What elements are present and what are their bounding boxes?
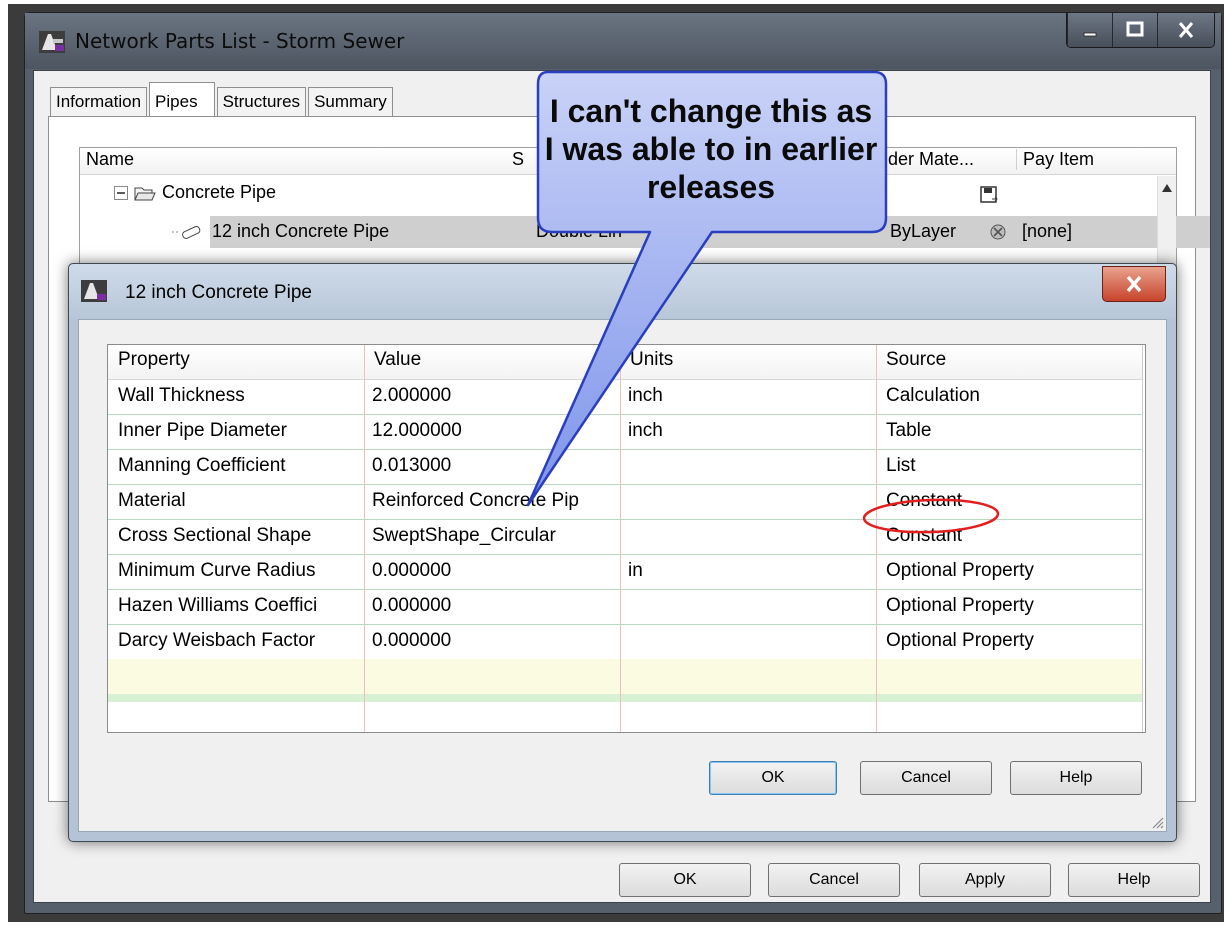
property-source-cell: Optional Property: [886, 630, 1034, 651]
property-table: Property Value Units Source Wall Thickne…: [107, 344, 1146, 733]
resize-grip-icon[interactable]: [1150, 815, 1164, 829]
main-help-button[interactable]: Help: [1068, 863, 1200, 897]
property-row[interactable]: Inner Pipe Diameter 12.000000 inch Table: [108, 414, 1142, 450]
column-header-value[interactable]: Value: [374, 349, 421, 371]
property-row[interactable]: Wall Thickness 2.000000 inch Calculation: [108, 379, 1142, 415]
maximize-button[interactable]: [1112, 13, 1157, 47]
property-value-cell[interactable]: 0.000000: [372, 630, 616, 652]
property-row[interactable]: Minimum Curve Radius 0.000000 in Optional P…: [108, 554, 1142, 590]
property-row[interactable]: Manning Coefficient 0.013000 List: [108, 449, 1142, 485]
maximize-icon: [1126, 21, 1144, 37]
main-apply-button[interactable]: Apply: [919, 863, 1051, 897]
property-name-cell: Cross Sectional Shape: [118, 525, 312, 546]
scroll-up-icon[interactable]: [1162, 184, 1172, 192]
dialog-ok-button[interactable]: OK: [709, 761, 837, 795]
column-divider: [876, 345, 877, 732]
empty-new-row[interactable]: [108, 659, 1142, 695]
property-value-cell[interactable]: 0.013000: [372, 455, 616, 477]
close-button[interactable]: [1157, 13, 1214, 47]
tab-strip: Information Pipes Structures Summary: [50, 82, 395, 119]
property-name-cell: Material: [118, 490, 186, 511]
close-icon: [1126, 275, 1142, 293]
property-name-cell: Manning Coefficient: [118, 455, 286, 476]
tree-item-pay-item[interactable]: [none]: [1022, 221, 1072, 242]
property-source-cell: Calculation: [886, 385, 980, 406]
column-header-property[interactable]: Property: [118, 349, 190, 371]
collapse-icon[interactable]: [114, 186, 128, 200]
close-icon: [1178, 22, 1194, 38]
dialog-help-button[interactable]: Help: [1010, 761, 1142, 795]
tab-information[interactable]: Information: [50, 87, 148, 116]
property-source-cell: Table: [886, 420, 932, 441]
property-row[interactable]: Hazen Williams Coeffici 0.000000 Optional …: [108, 589, 1142, 625]
column-header-name[interactable]: Name: [86, 149, 134, 170]
property-name-cell: Darcy Weisbach Factor: [118, 630, 316, 651]
tree-group-label: Concrete Pipe: [162, 182, 277, 202]
material-ball-icon: [990, 224, 1006, 240]
open-folder-icon: [134, 187, 156, 201]
property-value-cell[interactable]: 0.000000: [372, 595, 616, 617]
tab-structures[interactable]: Structures: [216, 87, 307, 116]
column-header-render-material[interactable]: nder Mate...: [878, 149, 974, 170]
dialog-client-area: Property Value Units Source Wall Thickne…: [78, 319, 1167, 832]
civil3d-dialog-icon: [81, 280, 107, 302]
property-source-cell: Optional Property: [886, 560, 1034, 581]
highlight-circle: [862, 498, 1000, 534]
dialog-close-button[interactable]: [1102, 266, 1166, 302]
property-table-header: Property Value Units Source: [108, 345, 1142, 380]
property-value-cell[interactable]: 12.000000: [372, 420, 616, 442]
dialog-title: 12 inch Concrete Pipe: [125, 282, 312, 303]
column-divider: [620, 345, 621, 732]
property-units-cell: in: [628, 560, 643, 581]
tree-item-style: Double Lin: [536, 221, 623, 241]
minimize-button[interactable]: [1067, 13, 1112, 47]
window-title: Network Parts List - Storm Sewer: [75, 29, 405, 53]
property-name-cell: Wall Thickness: [118, 385, 245, 406]
property-name-cell: Inner Pipe Diameter: [118, 420, 287, 441]
minimize-icon: [1083, 32, 1097, 37]
column-header-units[interactable]: Units: [630, 349, 673, 371]
tab-summary[interactable]: Summary: [308, 87, 393, 116]
property-units-cell: inch: [628, 385, 663, 406]
property-source-cell: Optional Property: [886, 595, 1034, 616]
property-value-cell[interactable]: SweptShape_Circular: [372, 525, 616, 547]
main-ok-button[interactable]: OK: [619, 863, 751, 897]
main-cancel-button[interactable]: Cancel: [768, 863, 900, 897]
save-icon[interactable]: [980, 186, 998, 204]
property-name-cell: Hazen Williams Coeffici: [118, 595, 318, 616]
column-header-pay-item[interactable]: Pay Item: [1016, 149, 1094, 170]
callout-text: I can't change this as I was able to in …: [544, 93, 878, 205]
dialog-cancel-button[interactable]: Cancel: [860, 761, 992, 795]
property-source-cell: List: [886, 455, 916, 476]
column-header-source[interactable]: Source: [886, 349, 946, 371]
part-properties-dialog: 12 inch Concrete Pipe Property Value Uni…: [68, 263, 1177, 842]
dialog-titlebar[interactable]: 12 inch Concrete Pipe: [69, 264, 1176, 319]
property-name-cell: Minimum Curve Radius: [118, 560, 316, 581]
property-value-cell[interactable]: Reinforced Concrete Pip: [372, 490, 616, 512]
tree-item-render-material[interactable]: ByLayer: [890, 221, 956, 242]
column-divider: [1142, 345, 1143, 732]
tab-pipes[interactable]: Pipes: [149, 82, 215, 119]
empty-row-strip: [108, 694, 1142, 702]
property-units-cell: inch: [628, 420, 663, 441]
caption-buttons: [1066, 13, 1215, 48]
property-value-cell[interactable]: 0.000000: [372, 560, 616, 582]
window-titlebar[interactable]: Network Parts List - Storm Sewer: [25, 13, 1221, 69]
column-divider: [364, 345, 365, 732]
civil3d-app-icon: [39, 31, 65, 53]
property-row[interactable]: Darcy Weisbach Factor 0.000000 Optional Pr…: [108, 624, 1142, 660]
property-value-cell[interactable]: 2.000000: [372, 385, 616, 407]
pipe-part-icon: [172, 225, 201, 239]
tree-item-label: 12 inch Concrete Pipe: [212, 221, 390, 241]
column-header-size[interactable]: S: [512, 149, 524, 170]
